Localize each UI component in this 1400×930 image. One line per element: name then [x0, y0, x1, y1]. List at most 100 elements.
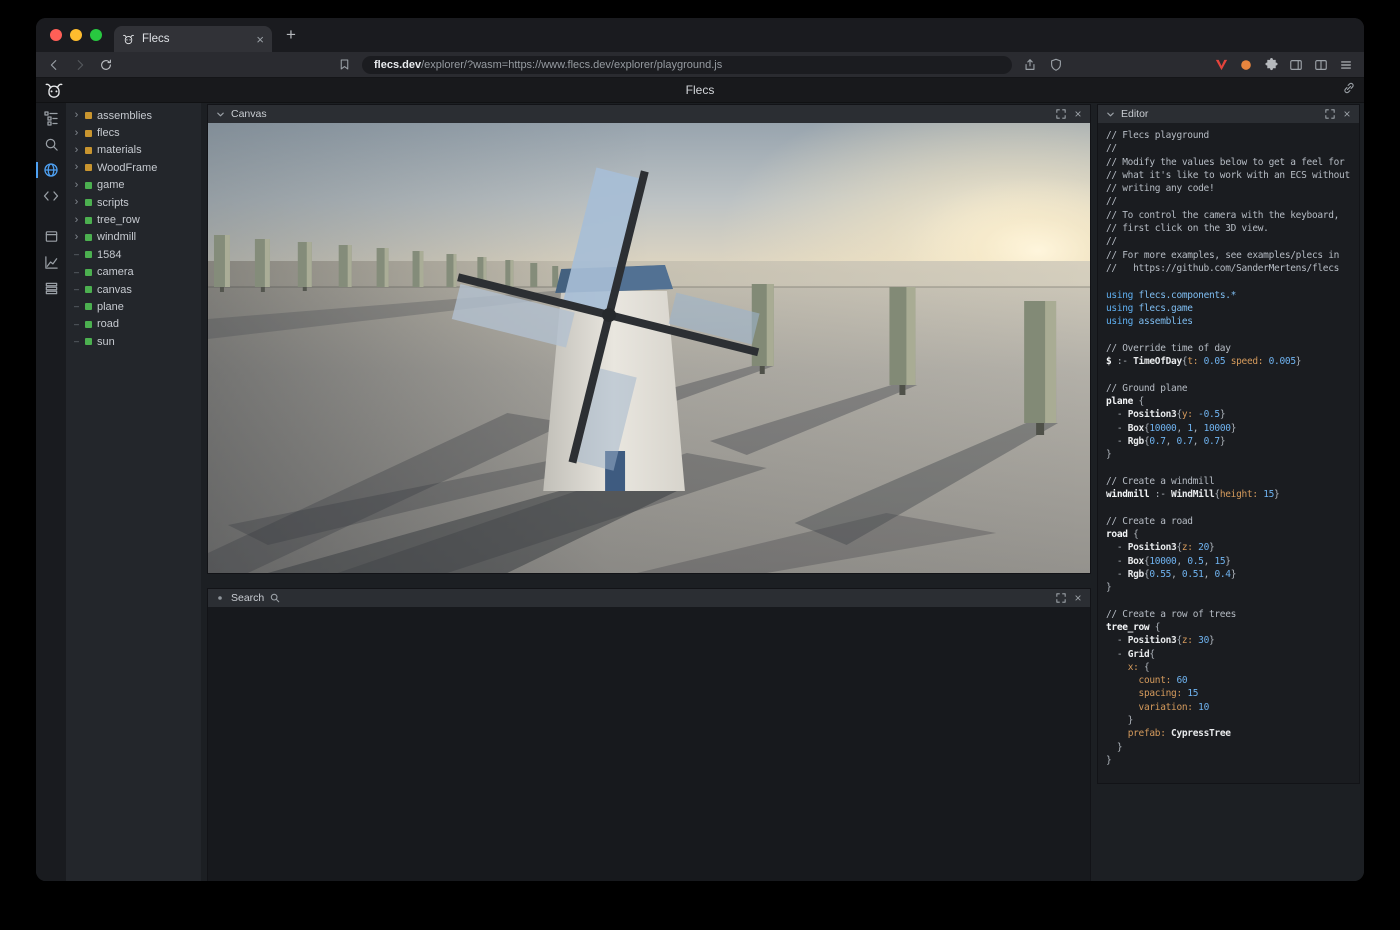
code-line: using assemblies — [1106, 315, 1359, 328]
flecs-logo[interactable] — [44, 81, 64, 99]
editor-collapse-chevron-icon[interactable] — [1104, 108, 1116, 120]
extensions-puzzle-icon[interactable] — [1263, 57, 1279, 73]
expand-caret-icon[interactable]: › — [73, 128, 80, 139]
hierarchy-icon[interactable] — [40, 108, 62, 128]
stats-chart-icon[interactable] — [40, 252, 62, 272]
code-line: prefab: CypressTree — [1106, 727, 1359, 740]
leaf-dash-icon: – — [73, 250, 80, 259]
browser-window: Flecs × + flecs.dev/explorer/?wasm=https… — [36, 18, 1364, 881]
tree-item-label: scripts — [97, 197, 129, 209]
expand-caret-icon[interactable]: › — [73, 232, 80, 243]
browser-toolbar: flecs.dev/explorer/?wasm=https://www.fle… — [36, 52, 1364, 78]
entity-square-icon — [85, 338, 92, 345]
share-icon[interactable] — [1022, 57, 1038, 73]
canvas-close-icon[interactable]: × — [1072, 108, 1084, 120]
code-area[interactable]: // Flecs playground//// Modify the value… — [1106, 129, 1359, 767]
side-panel-icon[interactable] — [1288, 57, 1304, 73]
tree-item-label: assemblies — [97, 110, 152, 122]
bookmark-icon[interactable] — [336, 57, 352, 73]
canvas-collapse-chevron-icon[interactable] — [214, 108, 226, 120]
tree-item-road[interactable]: –road — [66, 316, 201, 333]
expand-caret-icon[interactable]: › — [73, 197, 80, 208]
tree-item-1584[interactable]: –1584 — [66, 246, 201, 263]
rows-icon[interactable] — [40, 278, 62, 298]
world-icon[interactable] — [40, 160, 62, 180]
tree-item-materials[interactable]: ›materials — [66, 142, 201, 159]
canvas-3d-view[interactable] — [208, 123, 1090, 573]
flecs-favicon — [122, 33, 135, 45]
leaf-dash-icon: – — [73, 302, 80, 311]
code-line: - Rgb{0.7, 0.7, 0.7} — [1106, 435, 1359, 448]
tree-item-windmill[interactable]: ›windmill — [66, 229, 201, 246]
forward-icon[interactable] — [72, 57, 88, 73]
code-line: - Position3{y: -0.5} — [1106, 408, 1359, 421]
editor-panel-header: Editor × — [1098, 105, 1359, 123]
minimize-window-button[interactable] — [70, 29, 82, 41]
code-line: // Override time of day — [1106, 342, 1359, 355]
tree-item-camera[interactable]: –camera — [66, 264, 201, 281]
expand-caret-icon[interactable]: › — [73, 110, 80, 121]
expand-caret-icon[interactable]: › — [73, 180, 80, 191]
module-square-icon — [85, 164, 92, 171]
split-view-icon[interactable] — [1313, 57, 1329, 73]
tree-item-sun[interactable]: –sun — [66, 333, 201, 350]
new-tab-button[interactable]: + — [278, 22, 304, 48]
tree-item-assemblies[interactable]: › assemblies — [66, 107, 201, 124]
code-line: } — [1106, 754, 1359, 767]
tree-item-canvas[interactable]: –canvas — [66, 281, 201, 298]
orange-extension-icon[interactable] — [1238, 57, 1254, 73]
inspector-icon[interactable] — [40, 226, 62, 246]
search-tool-icon[interactable] — [40, 134, 62, 154]
module-square-icon — [85, 130, 92, 137]
tree-item-WoodFrame[interactable]: ›WoodFrame — [66, 159, 201, 176]
code-tool-icon[interactable] — [40, 186, 62, 206]
address-bar[interactable]: flecs.dev/explorer/?wasm=https://www.fle… — [362, 56, 1012, 74]
expand-caret-icon[interactable]: › — [73, 215, 80, 226]
close-window-button[interactable] — [50, 29, 62, 41]
search-collapse-dot-icon[interactable] — [214, 592, 226, 604]
code-line: // — [1106, 142, 1359, 155]
entity-square-icon — [85, 217, 92, 224]
v-extension-icon[interactable] — [1213, 57, 1229, 73]
code-line: // Modify the values below to get a feel… — [1106, 156, 1359, 169]
editor-panel-title: Editor — [1121, 108, 1148, 120]
code-line: windmill :- WindMill{height: 15} — [1106, 488, 1359, 501]
editor-close-icon[interactable]: × — [1341, 108, 1353, 120]
tree-item-tree_row[interactable]: › tree_row — [66, 211, 201, 228]
code-line: // https://github.com/SanderMertens/flec… — [1106, 262, 1359, 275]
code-line: - Grid{ — [1106, 648, 1359, 661]
code-line: // To control the camera with the keyboa… — [1106, 209, 1359, 222]
extensions-area — [1213, 57, 1354, 73]
tab-bar: Flecs × + — [36, 18, 1364, 52]
menu-icon[interactable] — [1338, 57, 1354, 73]
code-line — [1106, 461, 1359, 474]
tree-item-label: tree_row — [97, 214, 140, 226]
search-expand-icon[interactable] — [1055, 592, 1067, 604]
tree-item-flecs[interactable]: ›flecs — [66, 124, 201, 141]
reload-icon[interactable] — [98, 57, 114, 73]
zoom-window-button[interactable] — [90, 29, 102, 41]
page-title: Flecs — [686, 83, 715, 97]
search-close-icon[interactable]: × — [1072, 592, 1084, 604]
tab-title: Flecs — [142, 33, 249, 45]
code-line: - Rgb{0.55, 0.51, 0.4} — [1106, 568, 1359, 581]
browser-tab-flecs[interactable]: Flecs × — [114, 26, 272, 52]
tree-item-plane[interactable]: –plane — [66, 298, 201, 315]
shield-icon[interactable] — [1048, 57, 1064, 73]
left-icon-strip — [36, 103, 66, 881]
search-results-area[interactable] — [208, 607, 1090, 881]
canvas-expand-icon[interactable] — [1055, 108, 1067, 120]
expand-caret-icon[interactable]: › — [73, 145, 80, 156]
entity-tree: ›assemblies›flecs›materials›WoodFrame›ga… — [66, 103, 201, 881]
tree-item-label: road — [97, 318, 119, 330]
tab-close-icon[interactable]: × — [256, 33, 264, 46]
tree-item-scripts[interactable]: › scripts — [66, 194, 201, 211]
entity-square-icon — [85, 199, 92, 206]
editor-expand-icon[interactable] — [1324, 108, 1336, 120]
code-line: // Ground plane — [1106, 382, 1359, 395]
expand-caret-icon[interactable]: › — [73, 162, 80, 173]
tree-item-game[interactable]: › game — [66, 177, 201, 194]
back-icon[interactable] — [46, 57, 62, 73]
share-link-icon[interactable] — [1342, 81, 1356, 100]
tree-item-label: game — [97, 179, 125, 191]
